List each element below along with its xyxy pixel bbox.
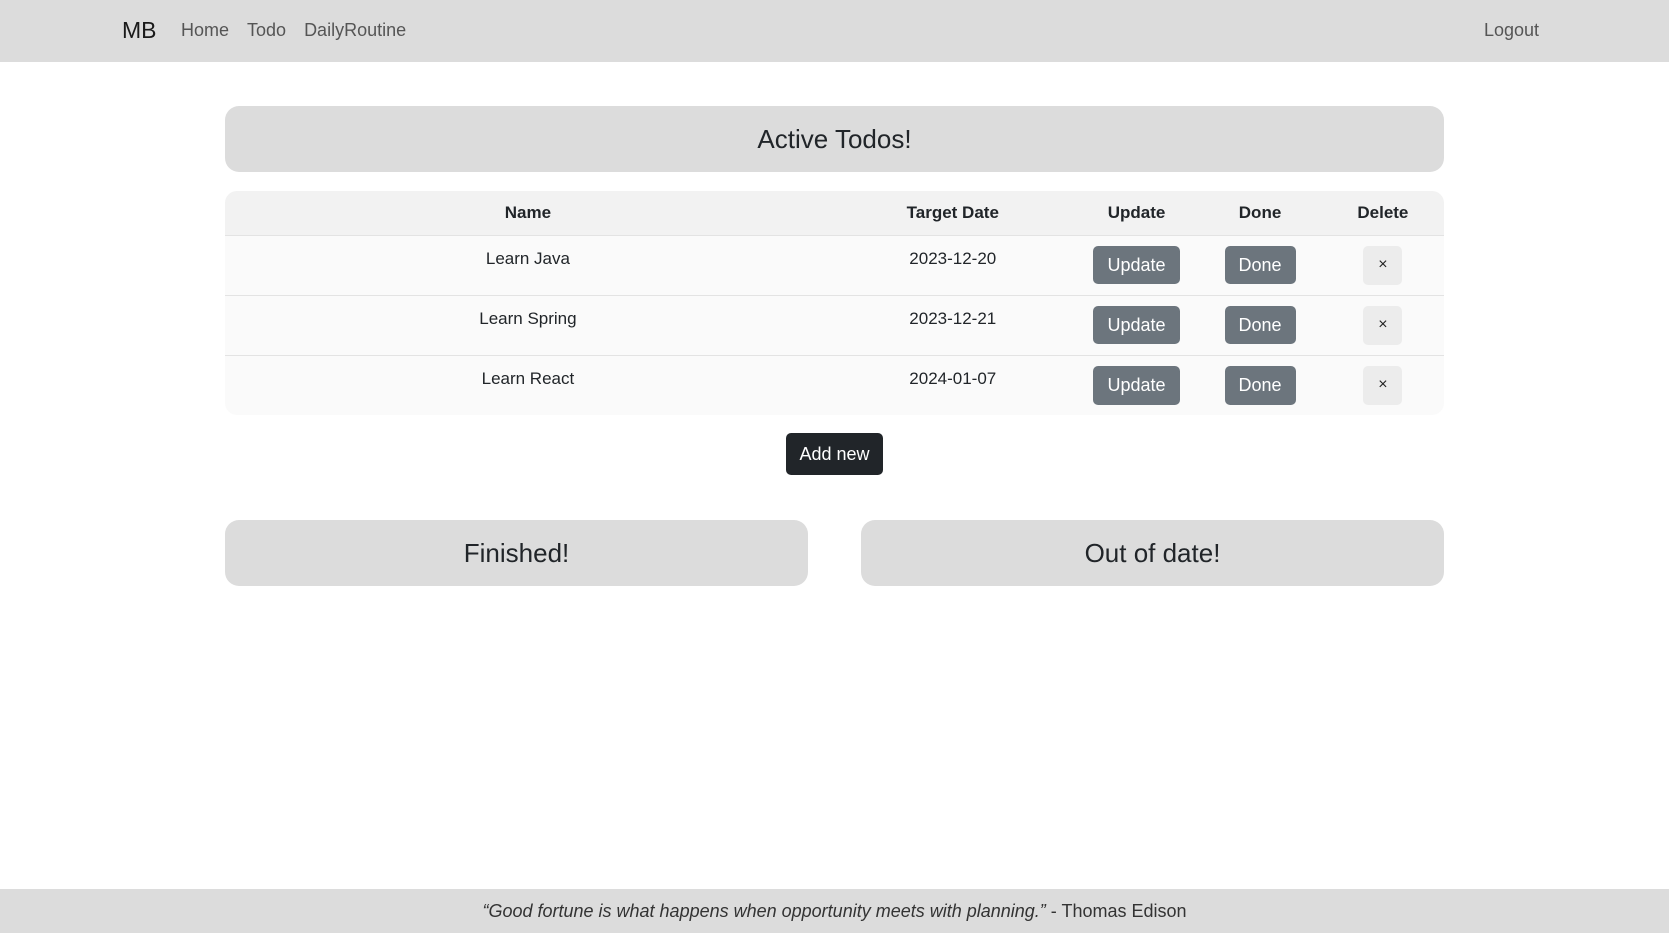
todo-target-date: 2024-01-07 [830,354,1075,415]
header-done: Done [1198,191,1322,236]
table-row: Learn React 2024-01-07 Update Done × [225,354,1444,415]
done-button[interactable]: Done [1224,245,1296,285]
logout-link[interactable]: Logout [1484,20,1539,41]
active-todos-banner: Active Todos! [225,106,1444,172]
header-update: Update [1074,191,1199,236]
header-delete: Delete [1321,191,1444,236]
todo-name: Learn React [225,354,831,415]
todo-name: Learn Spring [225,294,831,355]
delete-button[interactable]: × [1363,245,1403,285]
out-of-date-banner: Out of date! [861,520,1444,586]
nav-link-todo[interactable]: Todo [247,20,286,41]
header-name: Name [225,191,831,236]
add-new-button[interactable]: Add new [786,433,883,475]
todo-target-date: 2023-12-21 [830,294,1075,355]
update-button[interactable]: Update [1093,305,1180,345]
todo-target-date: 2023-12-20 [909,248,997,268]
delete-button[interactable]: × [1363,365,1403,405]
nav-links: Home Todo DailyRoutine [181,20,406,41]
footer-quote: “Good fortune is what happens when oppor… [482,900,1046,921]
nav-link-home[interactable]: Home [181,20,229,41]
table-header-row: Name Target Date Update Done Delete [225,191,1444,236]
header-target-date: Target Date [830,191,1075,236]
footer-author: - Thomas Edison [1045,900,1187,921]
active-todos-table: Name Target Date Update Done Delete Lear… [225,191,1444,415]
footer: “Good fortune is what happens when oppor… [0,889,1669,933]
update-button[interactable]: Update [1093,245,1180,285]
brand-logo[interactable]: MB [122,17,157,44]
done-button[interactable]: Done [1224,365,1296,405]
done-button[interactable]: Done [1224,305,1296,345]
update-button[interactable]: Update [1093,365,1180,405]
delete-button[interactable]: × [1363,305,1403,345]
nav-link-dailyroutine[interactable]: DailyRoutine [304,20,406,41]
table-row: Learn Spring 2023-12-21 Update Done × [225,294,1444,355]
table-row: Learn Java 2023-12-20 Update Done × [225,235,1444,295]
todo-name: Learn Java [485,248,570,268]
top-navbar: MB Home Todo DailyRoutine Logout [0,0,1669,62]
finished-banner: Finished! [225,520,808,586]
